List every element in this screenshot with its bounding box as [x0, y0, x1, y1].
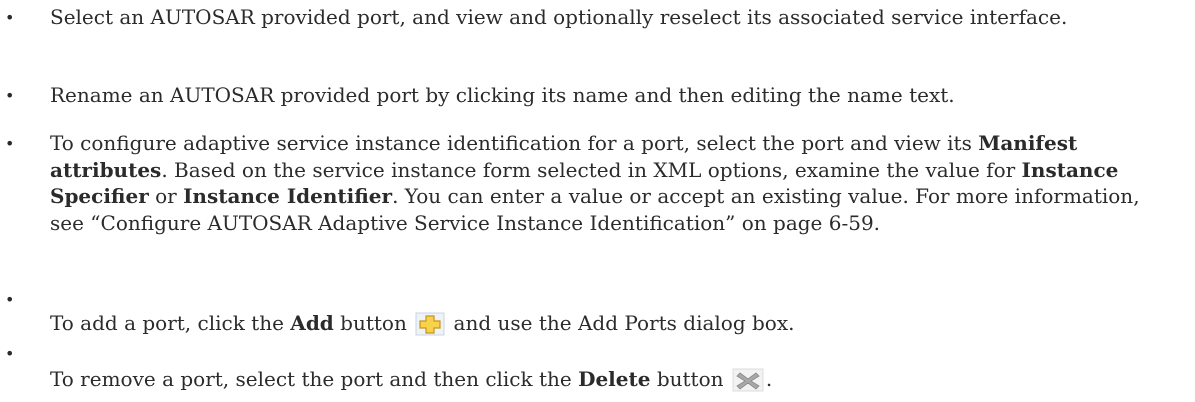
bullet-marker: •: [5, 8, 15, 27]
text-run: button: [650, 367, 730, 391]
delete-x-icon: [732, 368, 764, 398]
bullet-marker: •: [5, 86, 15, 105]
list-item-text: To remove a port, select the port and th…: [50, 366, 1165, 398]
delete-button-term: Delete: [578, 367, 651, 391]
add-plus-icon: [415, 312, 445, 342]
list-item-text: Rename an AUTOSAR provided port by click…: [50, 83, 955, 107]
text-run: button: [333, 311, 414, 335]
add-button-term: Add: [290, 311, 334, 335]
bullet-marker: •: [5, 134, 15, 153]
document-bullet-list: • Select an AUTOSAR provided port, and v…: [0, 0, 1195, 402]
bullet-marker: •: [5, 344, 15, 363]
text-run: To configure adaptive service instance i…: [50, 131, 979, 155]
bullet-marker: •: [5, 290, 15, 309]
text-run: . Based on the service instance form sel…: [161, 157, 1022, 182]
list-item-text: Select an AUTOSAR provided port, and vie…: [50, 5, 1068, 29]
text-run: or: [148, 184, 184, 208]
text-run: To add a port, click the: [50, 311, 291, 335]
text-run: To remove a port, select the port and th…: [50, 367, 579, 391]
instance-identifier-term: Instance Identifier: [183, 184, 393, 208]
text-run: and use the Add Ports dialog box.: [447, 311, 795, 335]
list-item-text: To configure adaptive service instance i…: [50, 130, 1165, 236]
list-item-text: To add a port, click the Add button and …: [50, 310, 1165, 342]
text-run: .: [765, 367, 773, 391]
